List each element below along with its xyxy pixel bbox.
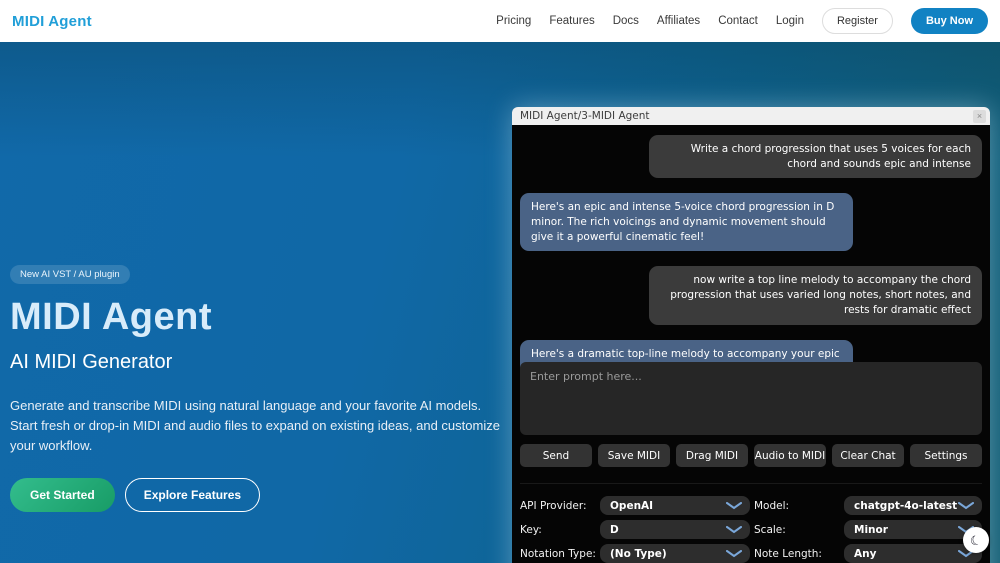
chat-message-user: Write a chord progression that uses 5 vo… [649, 135, 982, 178]
moon-icon: ☾ [968, 532, 983, 548]
nav-links: Pricing Features Docs Affiliates Contact… [496, 8, 988, 34]
select-model[interactable]: chatgpt-4o-latest [844, 496, 982, 515]
key-value: D [610, 524, 619, 536]
get-started-button[interactable]: Get Started [10, 478, 115, 512]
nav-login[interactable]: Login [776, 15, 804, 27]
top-navbar: MIDI Agent Pricing Features Docs Affilia… [0, 0, 1000, 42]
window-titlebar[interactable]: MIDI Agent/3-MIDI Agent × [512, 107, 990, 125]
notation-type-value: (No Type) [610, 548, 667, 560]
action-button-row: Send Save MIDI Drag MIDI Audio to MIDI C… [520, 444, 982, 467]
settings-panel: API Provider: OpenAI Model: chatgpt-4o-l… [520, 483, 982, 563]
register-button[interactable]: Register [822, 8, 893, 34]
plugin-body: Write a chord progression that uses 5 vo… [512, 125, 990, 563]
select-note-length[interactable]: Any [844, 544, 982, 563]
model-value: chatgpt-4o-latest [854, 500, 957, 512]
select-notation-type[interactable]: (No Type) [600, 544, 750, 563]
new-plugin-badge: New AI VST / AU plugin [10, 265, 130, 284]
note-length-label: Note Length: [754, 548, 840, 560]
audio-to-midi-button[interactable]: Audio to MIDI [754, 444, 826, 467]
api-provider-label: API Provider: [520, 500, 596, 512]
nav-contact[interactable]: Contact [718, 15, 758, 27]
close-button[interactable]: × [973, 110, 986, 123]
api-provider-value: OpenAI [610, 500, 653, 512]
nav-docs[interactable]: Docs [613, 15, 639, 27]
chevron-down-icon [726, 550, 742, 558]
plugin-window: MIDI Agent/3-MIDI Agent × Write a chord … [512, 107, 990, 563]
chat-message-user: now write a top line melody to accompany… [649, 266, 982, 324]
note-length-value: Any [854, 548, 876, 560]
nav-features[interactable]: Features [549, 15, 594, 27]
hero-description: Generate and transcribe MIDI using natur… [10, 396, 502, 456]
key-label: Key: [520, 524, 596, 536]
scale-label: Scale: [754, 524, 840, 536]
chevron-down-icon [726, 502, 742, 510]
settings-button[interactable]: Settings [910, 444, 982, 467]
hero-section: New AI VST / AU plugin MIDI Agent AI MID… [0, 42, 1000, 563]
model-label: Model: [754, 500, 840, 512]
hero-content: New AI VST / AU plugin MIDI Agent AI MID… [10, 264, 510, 512]
buy-now-button[interactable]: Buy Now [911, 8, 988, 34]
select-scale[interactable]: Minor [844, 520, 982, 539]
clear-chat-button[interactable]: Clear Chat [832, 444, 904, 467]
explore-features-button[interactable]: Explore Features [125, 478, 260, 512]
close-icon: × [977, 112, 982, 121]
drag-midi-button[interactable]: Drag MIDI [676, 444, 748, 467]
scale-value: Minor [854, 524, 888, 536]
prompt-input[interactable] [520, 362, 982, 435]
page-subtitle: AI MIDI Generator [10, 351, 510, 374]
chevron-down-icon [958, 502, 974, 510]
nav-affiliates[interactable]: Affiliates [657, 15, 700, 27]
brand-logo[interactable]: MIDI Agent [12, 13, 92, 30]
chat-history: Write a chord progression that uses 5 vo… [520, 133, 982, 357]
send-button[interactable]: Send [520, 444, 592, 467]
theme-toggle-button[interactable]: ☾ [963, 527, 989, 553]
select-key[interactable]: D [600, 520, 750, 539]
notation-type-label: Notation Type: [520, 548, 596, 560]
chat-message-assistant: Here's an epic and intense 5-voice chord… [520, 193, 853, 251]
hero-cta-row: Get Started Explore Features [10, 478, 510, 512]
chevron-down-icon [726, 526, 742, 534]
save-midi-button[interactable]: Save MIDI [598, 444, 670, 467]
select-api-provider[interactable]: OpenAI [600, 496, 750, 515]
window-title: MIDI Agent/3-MIDI Agent [520, 110, 650, 122]
page-title: MIDI Agent [10, 296, 510, 339]
nav-pricing[interactable]: Pricing [496, 15, 531, 27]
